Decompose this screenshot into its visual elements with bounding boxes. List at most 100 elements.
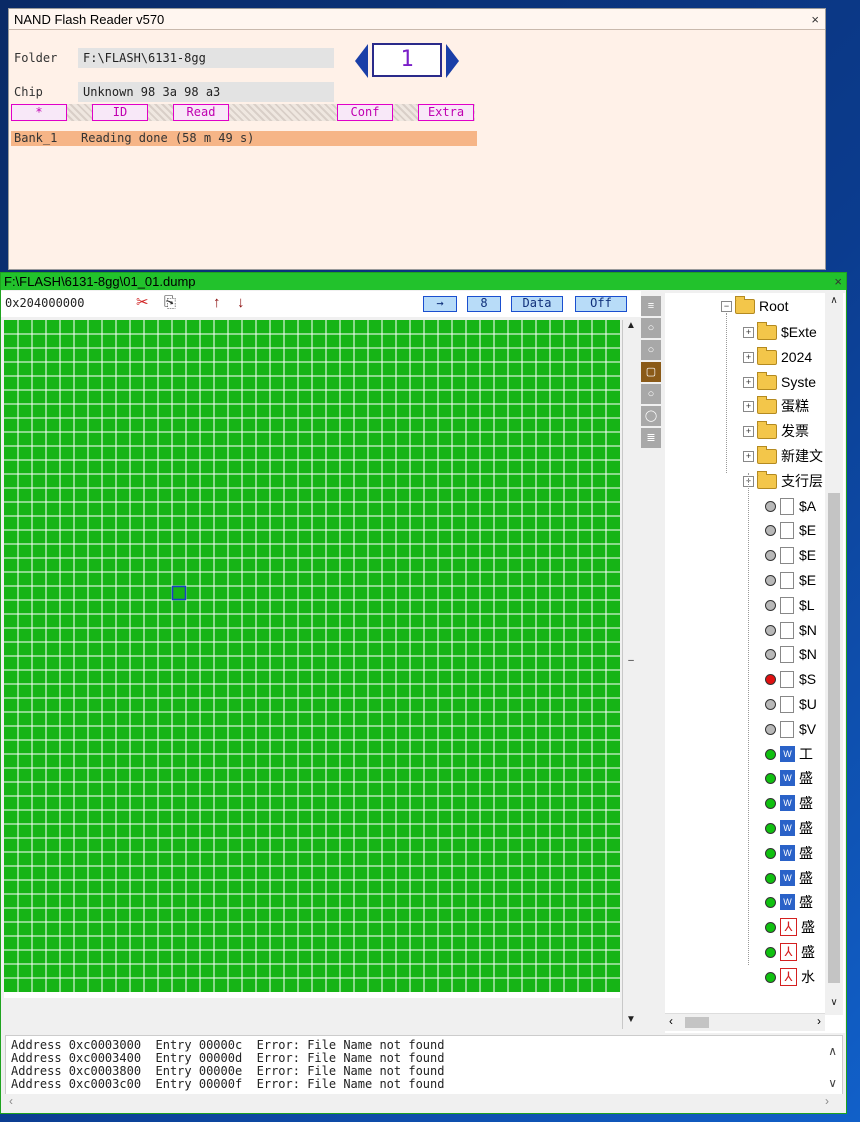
grid-scroll-down-icon[interactable]: ▼ — [623, 1014, 639, 1025]
size-8-button[interactable]: 8 — [467, 296, 501, 312]
tree-file[interactable]: $L — [765, 594, 815, 616]
off-button[interactable]: Off — [575, 296, 627, 312]
status-dot-icon — [765, 797, 776, 809]
tree-folder[interactable]: + 发票 — [743, 420, 809, 442]
folder-label: Folder — [14, 51, 58, 65]
reader-close-icon[interactable]: × — [811, 12, 819, 27]
page-prev-arrow-icon[interactable] — [355, 44, 368, 78]
data-button[interactable]: Data — [511, 296, 563, 312]
tree-file[interactable]: W盛 — [765, 792, 813, 814]
tree-file[interactable]: $E — [765, 519, 816, 541]
tree-file[interactable]: W工 — [765, 743, 813, 765]
tree-file[interactable]: W盛 — [765, 767, 813, 789]
tree-file-label: 盛 — [799, 770, 813, 786]
tree-root[interactable]: − Root — [721, 295, 789, 317]
tree-scroll-left-icon[interactable]: ‹ — [669, 1014, 673, 1028]
reader-titlebar[interactable]: NAND Flash Reader v570 × — [9, 9, 825, 30]
side-list-icon[interactable]: ≣ — [641, 428, 661, 448]
tree-scroll-up-icon[interactable]: ∧ — [825, 295, 843, 306]
tree-file[interactable]: W盛 — [765, 817, 813, 839]
log-scroll-up-icon[interactable]: ∧ — [828, 1044, 837, 1058]
status-dot-icon — [765, 673, 776, 685]
tree-file[interactable]: ⅄ 水 — [765, 966, 815, 988]
tree-scroll-right-icon[interactable]: › — [817, 1014, 821, 1028]
log-area[interactable]: Address 0xc0003000 Entry 00000c Error: F… — [5, 1035, 843, 1095]
tree-horizontal-scrollbar[interactable]: ‹ › — [665, 1013, 825, 1031]
expand-icon[interactable]: + — [743, 326, 754, 338]
id-button[interactable]: ID — [92, 104, 148, 121]
tree-file[interactable]: $N — [765, 619, 817, 641]
expand-icon[interactable]: + — [743, 376, 754, 388]
page-next-arrow-icon[interactable] — [446, 44, 459, 78]
file-icon — [780, 621, 794, 639]
folder-icon — [735, 295, 755, 314]
tree-file[interactable]: W盛 — [765, 867, 813, 889]
file-icon — [780, 720, 794, 738]
expand-icon[interactable]: + — [743, 425, 754, 437]
log-scroll-down-icon[interactable]: ∨ — [828, 1076, 837, 1090]
block-map-svg[interactable] — [4, 320, 620, 998]
star-button[interactable]: * — [11, 104, 67, 121]
dump-toolbar: ✂ ⎘ ↑ ↓ → 8 Data Off — [1, 291, 641, 317]
tree-folder[interactable]: + 支行层 — [743, 470, 823, 492]
tree-folder[interactable]: + 蛋糕 — [743, 395, 809, 417]
tree-file[interactable]: $V — [765, 718, 816, 740]
status-dot-icon — [765, 896, 776, 908]
side-search2-icon[interactable]: ○ — [641, 340, 661, 360]
arrow-up-icon[interactable]: ↑ — [213, 293, 221, 313]
expand-icon[interactable]: + — [743, 400, 754, 412]
tree-folder[interactable]: + 新建文 — [743, 445, 823, 467]
status-dot-icon — [765, 772, 776, 784]
dump-close-icon[interactable]: × — [834, 274, 842, 289]
address-input[interactable] — [5, 295, 117, 311]
tree-file[interactable]: $S — [765, 668, 816, 690]
log-scroll-right-icon[interactable]: › — [825, 1094, 829, 1108]
grid-scroll-thumb-icon[interactable]: – — [623, 655, 639, 666]
dump-titlebar[interactable]: F:\FLASH\6131-8gg\01_01.dump × — [1, 273, 846, 290]
tree-file[interactable]: $U — [765, 693, 817, 715]
tree-folder-label: 发票 — [781, 423, 809, 439]
tree-file[interactable]: $E — [765, 569, 816, 591]
expand-icon[interactable]: + — [743, 450, 754, 462]
log-scroll-left-icon[interactable]: ‹ — [9, 1094, 13, 1108]
side-search-icon[interactable]: ○ — [641, 318, 661, 338]
tree-file-label: 盛 — [799, 894, 813, 910]
side-search3-icon[interactable]: ○ — [641, 384, 661, 404]
side-lines-icon[interactable]: ≡ — [641, 296, 661, 316]
tree-file-label: $N — [799, 622, 817, 638]
side-oval-icon[interactable]: ◯ — [641, 406, 661, 426]
conf-button[interactable]: Conf — [337, 104, 393, 121]
tree-file[interactable]: $N — [765, 643, 817, 665]
tree-scroll-down-icon[interactable]: ∨ — [825, 997, 843, 1008]
grid-scroll-up-icon[interactable]: ▲ — [623, 320, 639, 331]
tree-scrollbar[interactable]: ∧ ∨ — [825, 293, 843, 1015]
file-icon — [780, 596, 794, 614]
tree-file[interactable]: ⅄ 盛 — [765, 941, 815, 963]
extra-button[interactable]: Extra — [418, 104, 474, 121]
tree-folder[interactable]: + Syste — [743, 371, 816, 393]
read-button[interactable]: Read — [173, 104, 229, 121]
tree-folder[interactable]: +2024 — [743, 346, 812, 368]
page-number-box[interactable]: 1 — [372, 43, 442, 77]
tree-hscroll-thumb[interactable] — [685, 1017, 709, 1028]
tree-file[interactable]: W盛 — [765, 891, 813, 913]
log-horizontal-scrollbar[interactable]: ‹ › — [5, 1094, 843, 1111]
goto-button[interactable]: → — [423, 296, 457, 312]
arrow-down-icon[interactable]: ↓ — [237, 293, 245, 313]
tree-root-label: Root — [759, 298, 789, 314]
tree-folder[interactable]: + $Exte — [743, 321, 817, 343]
expand-icon[interactable]: + — [743, 351, 754, 363]
tree-file[interactable]: $A — [765, 495, 816, 517]
block-map-grid[interactable] — [4, 320, 620, 998]
side-tag-icon[interactable]: ▢ — [641, 362, 661, 382]
tree-scroll-thumb[interactable] — [828, 493, 840, 983]
copy-icon[interactable]: ⎘ — [164, 293, 176, 313]
tree-file[interactable]: $E — [765, 544, 816, 566]
tree-file[interactable]: W盛 — [765, 842, 813, 864]
tree-file[interactable]: ⅄ 盛 — [765, 916, 815, 938]
file-tree[interactable]: − Root + $Exte +2024 + Syste + 蛋糕 + 发票 + 新建文 + 支行层 $A… — [665, 293, 845, 1033]
grid-scrollbar[interactable]: ▲ – ▼ — [622, 320, 639, 1029]
folder-field[interactable]: F:\FLASH\6131-8gg — [78, 48, 334, 68]
scissors-icon[interactable]: ✂ — [136, 293, 149, 313]
collapse-icon[interactable]: − — [721, 300, 732, 312]
